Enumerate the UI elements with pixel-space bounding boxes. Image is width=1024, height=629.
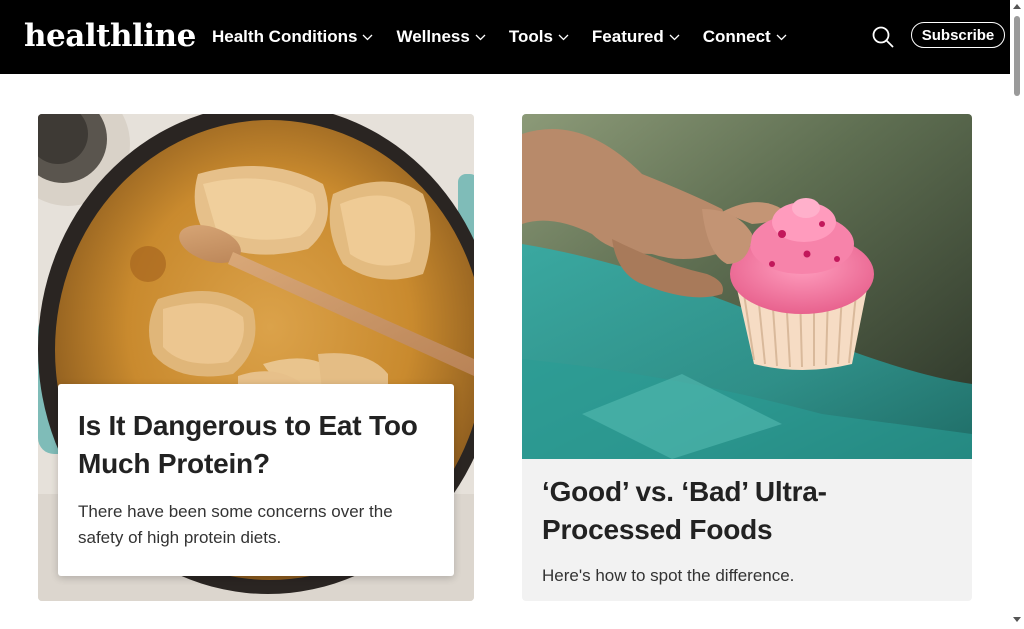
nav-item-label: Connect: [702, 27, 771, 46]
page-scrollbar[interactable]: [1010, 0, 1024, 629]
nav-item-featured[interactable]: Featured: [592, 25, 680, 49]
article-headline[interactable]: Is It Dangerous to Eat Too Much Protein?: [78, 407, 434, 483]
nav-item-label: Wellness: [396, 27, 470, 46]
article-description: Here's how to spot the difference.: [542, 566, 795, 585]
nav-item-health-conditions[interactable]: Health Conditions: [212, 25, 373, 49]
site-header: healthline Health Conditions Wellness To…: [0, 0, 1010, 74]
chevron-down-icon: [362, 34, 373, 41]
article-headline[interactable]: ‘Good’ vs. ‘Bad’ Ultra-Processed Foods: [542, 473, 952, 549]
article-card-protein[interactable]: Is It Dangerous to Eat Too Much Protein?…: [38, 114, 474, 601]
article-description: There have been some concerns over the s…: [78, 502, 393, 547]
search-icon: [872, 26, 894, 48]
site-logo[interactable]: healthline: [24, 16, 196, 56]
search-button[interactable]: [871, 25, 895, 49]
chevron-down-icon: [776, 34, 787, 41]
article-card-overlay: Is It Dangerous to Eat Too Much Protein?…: [58, 384, 454, 576]
article-card-text: ‘Good’ vs. ‘Bad’ Ultra-Processed Foods H…: [542, 473, 952, 589]
nav-item-connect[interactable]: Connect: [703, 25, 787, 49]
chevron-down-icon: [669, 34, 680, 41]
main-nav: Health Conditions Wellness Tools Feature…: [212, 25, 787, 49]
chevron-down-icon: [475, 34, 486, 41]
nav-item-label: Health Conditions: [212, 27, 358, 46]
hand-holding-cupcake-photo: [522, 114, 972, 459]
chevron-down-icon: [558, 34, 569, 41]
nav-item-wellness[interactable]: Wellness: [396, 25, 486, 49]
subscribe-button[interactable]: Subscribe: [911, 22, 1005, 48]
scroll-up-arrow-icon[interactable]: [1013, 3, 1021, 9]
nav-item-label: Featured: [591, 27, 664, 46]
nav-item-label: Tools: [508, 27, 553, 46]
nav-item-tools[interactable]: Tools: [509, 25, 569, 49]
scroll-down-arrow-icon[interactable]: [1013, 617, 1021, 623]
article-card-ultra-processed[interactable]: ‘Good’ vs. ‘Bad’ Ultra-Processed Foods H…: [522, 114, 972, 601]
scrollbar-thumb[interactable]: [1014, 16, 1020, 96]
